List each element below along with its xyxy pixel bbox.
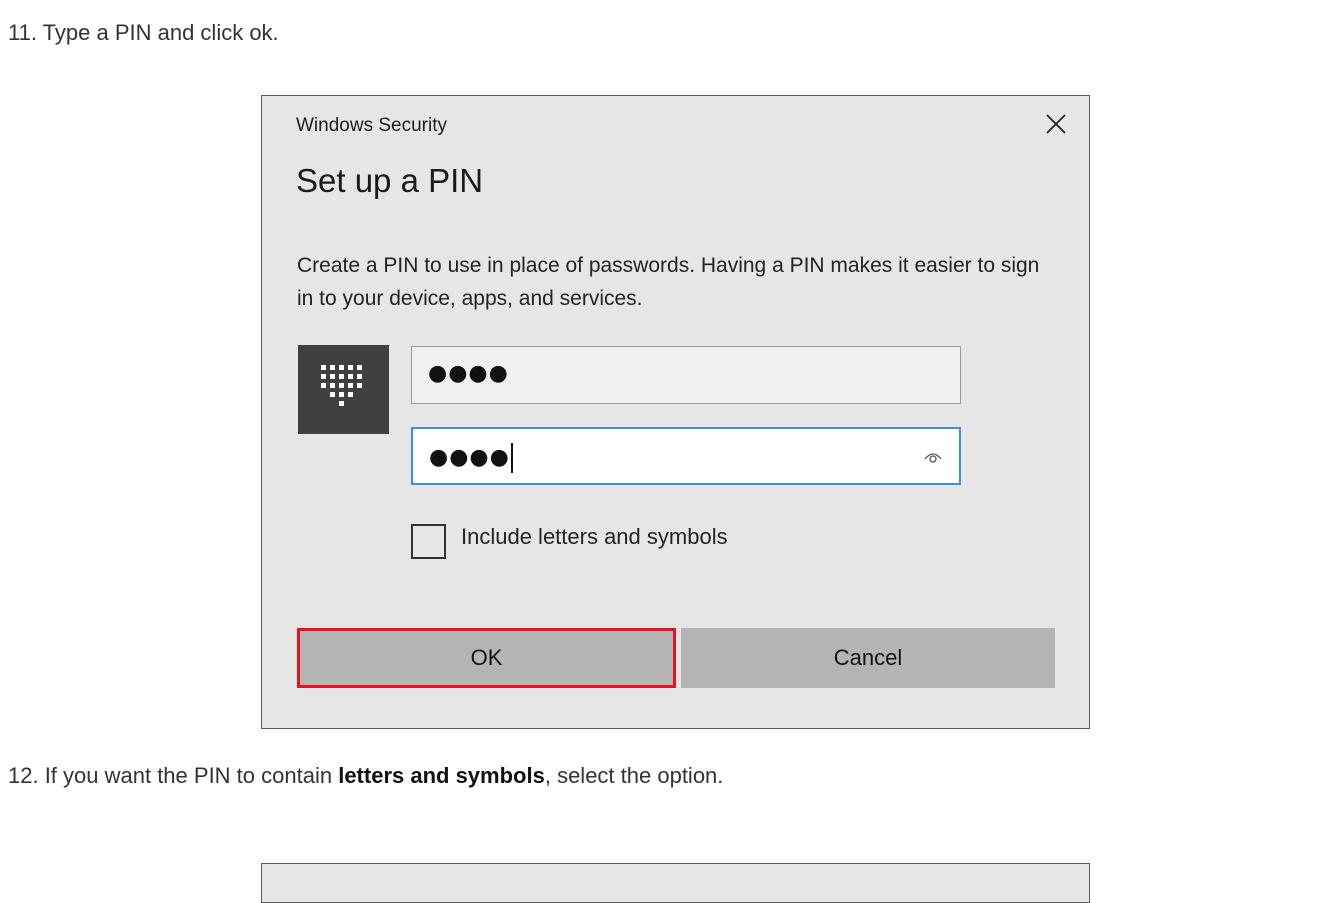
checkbox-label[interactable]: Include letters and symbols: [461, 524, 728, 550]
confirm-pin-field[interactable]: ●●●●: [411, 427, 961, 485]
confirm-pin-value: ●●●●: [429, 445, 510, 470]
next-dialog-partial: [261, 863, 1090, 903]
text-caret: [510, 443, 513, 473]
eye-icon[interactable]: [923, 447, 943, 467]
step-11-instruction: 11. Type a PIN and click ok.: [8, 20, 279, 45]
dialog-description: Create a PIN to use in place of password…: [297, 254, 1040, 310]
windows-security-dialog: Windows Security Set up a PIN Create a P…: [261, 95, 1090, 729]
include-letters-checkbox[interactable]: [411, 524, 446, 559]
cancel-button-label: Cancel: [833, 645, 903, 670]
ok-button-label: OK: [470, 645, 503, 670]
new-pin-field[interactable]: ●●●●: [411, 346, 961, 404]
step-12-bold: letters and symbols: [338, 763, 545, 788]
step-12-instruction: 12. If you want the PIN to contain lette…: [8, 763, 723, 789]
dialog-title: Set up a PIN: [296, 162, 484, 199]
new-pin-value: ●●●●: [428, 361, 509, 386]
keypad-icon-tile: [298, 345, 389, 434]
step-12-prefix: 12. If you want the PIN to contain: [8, 763, 339, 788]
close-icon: [1046, 114, 1066, 134]
ok-button[interactable]: OK: [297, 628, 676, 688]
close-button[interactable]: [1043, 111, 1069, 137]
dialog-caption: Windows Security: [296, 115, 447, 136]
cancel-button[interactable]: Cancel: [681, 628, 1055, 688]
step-12-suffix: , select the option.: [544, 763, 724, 788]
confirm-pin-text: ●●●●: [429, 443, 513, 473]
keypad-icon: [321, 365, 362, 406]
